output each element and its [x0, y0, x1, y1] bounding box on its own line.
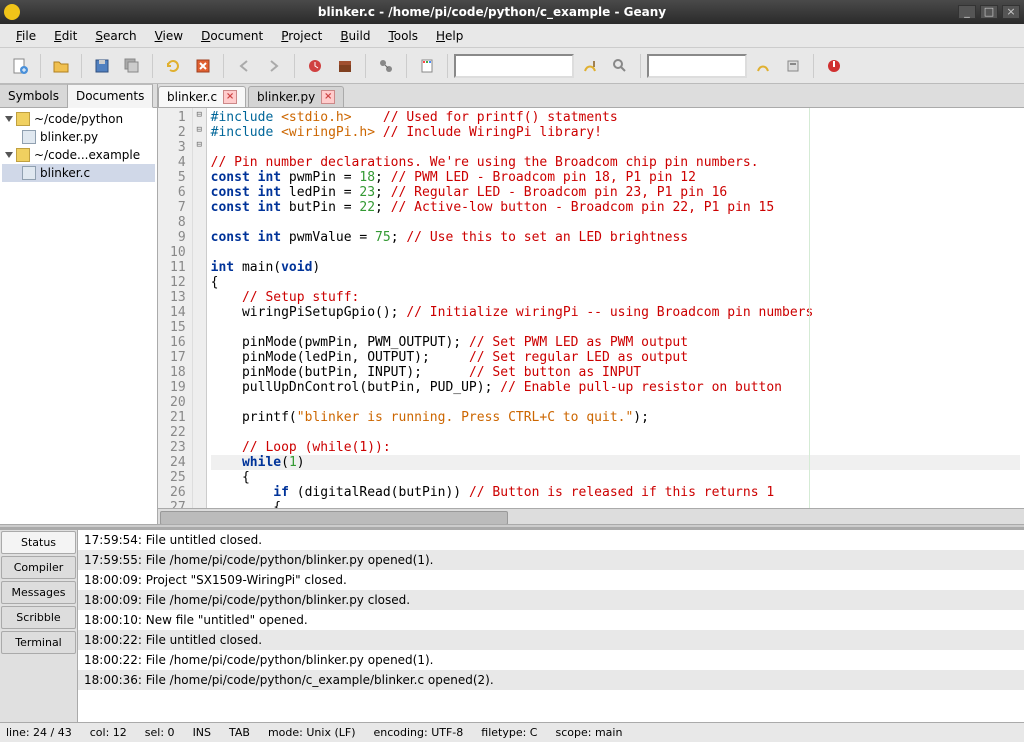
file-icon: [22, 130, 36, 144]
editor-tab[interactable]: blinker.py×: [248, 86, 344, 107]
menu-project[interactable]: Project: [273, 27, 330, 45]
find-button[interactable]: [606, 52, 634, 80]
status-line: line: 24 / 43: [6, 726, 72, 739]
maximize-button[interactable]: □: [980, 5, 998, 19]
status-tab: TAB: [229, 726, 250, 739]
tree-file[interactable]: blinker.py: [2, 128, 155, 146]
log-line: 18:00:22: File untitled closed.: [78, 630, 1024, 650]
minimize-button[interactable]: _: [958, 5, 976, 19]
status-filetype: filetype: C: [481, 726, 537, 739]
bottom-tab-messages[interactable]: Messages: [1, 581, 76, 604]
message-log[interactable]: 17:59:54: File untitled closed.17:59:55:…: [78, 530, 1024, 722]
status-col: col: 12: [90, 726, 127, 739]
search-button[interactable]: [749, 52, 777, 80]
nav-forward-button[interactable]: [260, 52, 288, 80]
close-button[interactable]: ×: [1002, 5, 1020, 19]
window-title: blinker.c - /home/pi/code/python/c_examp…: [26, 5, 958, 19]
toolbar: [0, 48, 1024, 84]
status-enc: encoding: UTF-8: [374, 726, 464, 739]
fold-column[interactable]: ⊟⊟⊟: [193, 108, 207, 508]
reload-button[interactable]: [159, 52, 187, 80]
status-scope: scope: main: [556, 726, 623, 739]
color-picker-button[interactable]: [413, 52, 441, 80]
folder-icon: [16, 112, 30, 126]
statusbar: line: 24 / 43 col: 12 sel: 0 INS TAB mod…: [0, 722, 1024, 742]
save-all-button[interactable]: [118, 52, 146, 80]
menu-build[interactable]: Build: [332, 27, 378, 45]
log-line: 18:00:22: File /home/pi/code/python/blin…: [78, 650, 1024, 670]
compile-button[interactable]: [301, 52, 329, 80]
menu-search[interactable]: Search: [87, 27, 144, 45]
status-ins: INS: [193, 726, 211, 739]
file-icon: [22, 166, 36, 180]
code-editor[interactable]: 1234567891011121314151617181920212223242…: [158, 108, 1024, 508]
sidebar: SymbolsDocuments ~/code/pythonblinker.py…: [0, 84, 158, 524]
log-line: 18:00:09: File /home/pi/code/python/blin…: [78, 590, 1024, 610]
open-folder-button[interactable]: [47, 52, 75, 80]
log-line: 18:00:36: File /home/pi/code/python/c_ex…: [78, 670, 1024, 690]
goto-button[interactable]: [576, 52, 604, 80]
goto-input[interactable]: [454, 54, 574, 78]
log-line: 17:59:54: File untitled closed.: [78, 530, 1024, 550]
search-input[interactable]: [647, 54, 747, 78]
bottom-tab-compiler[interactable]: Compiler: [1, 556, 76, 579]
sidebar-tab-documents[interactable]: Documents: [68, 84, 153, 108]
log-line: 18:00:10: New file "untitled" opened.: [78, 610, 1024, 630]
horizontal-scrollbar[interactable]: [158, 508, 1024, 524]
menu-view[interactable]: View: [147, 27, 191, 45]
sidebar-tab-symbols[interactable]: Symbols: [0, 84, 68, 107]
menubar: FileEditSearchViewDocumentProjectBuildTo…: [0, 24, 1024, 48]
bottom-tab-terminal[interactable]: Terminal: [1, 631, 76, 654]
menu-edit[interactable]: Edit: [46, 27, 85, 45]
tree-folder[interactable]: ~/code/python: [2, 110, 155, 128]
menu-help[interactable]: Help: [428, 27, 471, 45]
close-tab-icon[interactable]: ×: [321, 90, 335, 104]
save-button[interactable]: [88, 52, 116, 80]
preferences-button[interactable]: [779, 52, 807, 80]
bottom-tab-scribble[interactable]: Scribble: [1, 606, 76, 629]
build-button[interactable]: [331, 52, 359, 80]
menu-document[interactable]: Document: [193, 27, 271, 45]
run-button[interactable]: [372, 52, 400, 80]
close-tab-icon[interactable]: ×: [223, 90, 237, 104]
line-numbers: 1234567891011121314151617181920212223242…: [158, 108, 193, 508]
menu-tools[interactable]: Tools: [380, 27, 426, 45]
tree-file[interactable]: blinker.c: [2, 164, 155, 182]
app-icon: [4, 4, 20, 20]
tree-folder[interactable]: ~/code...example: [2, 146, 155, 164]
folder-icon: [16, 148, 30, 162]
quit-button[interactable]: [820, 52, 848, 80]
bottom-tab-status[interactable]: Status: [1, 531, 76, 554]
log-line: 17:59:55: File /home/pi/code/python/blin…: [78, 550, 1024, 570]
nav-back-button[interactable]: [230, 52, 258, 80]
editor-tab[interactable]: blinker.c×: [158, 86, 246, 107]
status-sel: sel: 0: [145, 726, 175, 739]
titlebar: blinker.c - /home/pi/code/python/c_examp…: [0, 0, 1024, 24]
document-tree[interactable]: ~/code/pythonblinker.py~/code...exampleb…: [0, 108, 157, 524]
close-file-button[interactable]: [189, 52, 217, 80]
status-mode: mode: Unix (LF): [268, 726, 356, 739]
log-line: 18:00:09: Project "SX1509-WiringPi" clos…: [78, 570, 1024, 590]
menu-file[interactable]: File: [8, 27, 44, 45]
new-file-button[interactable]: [6, 52, 34, 80]
